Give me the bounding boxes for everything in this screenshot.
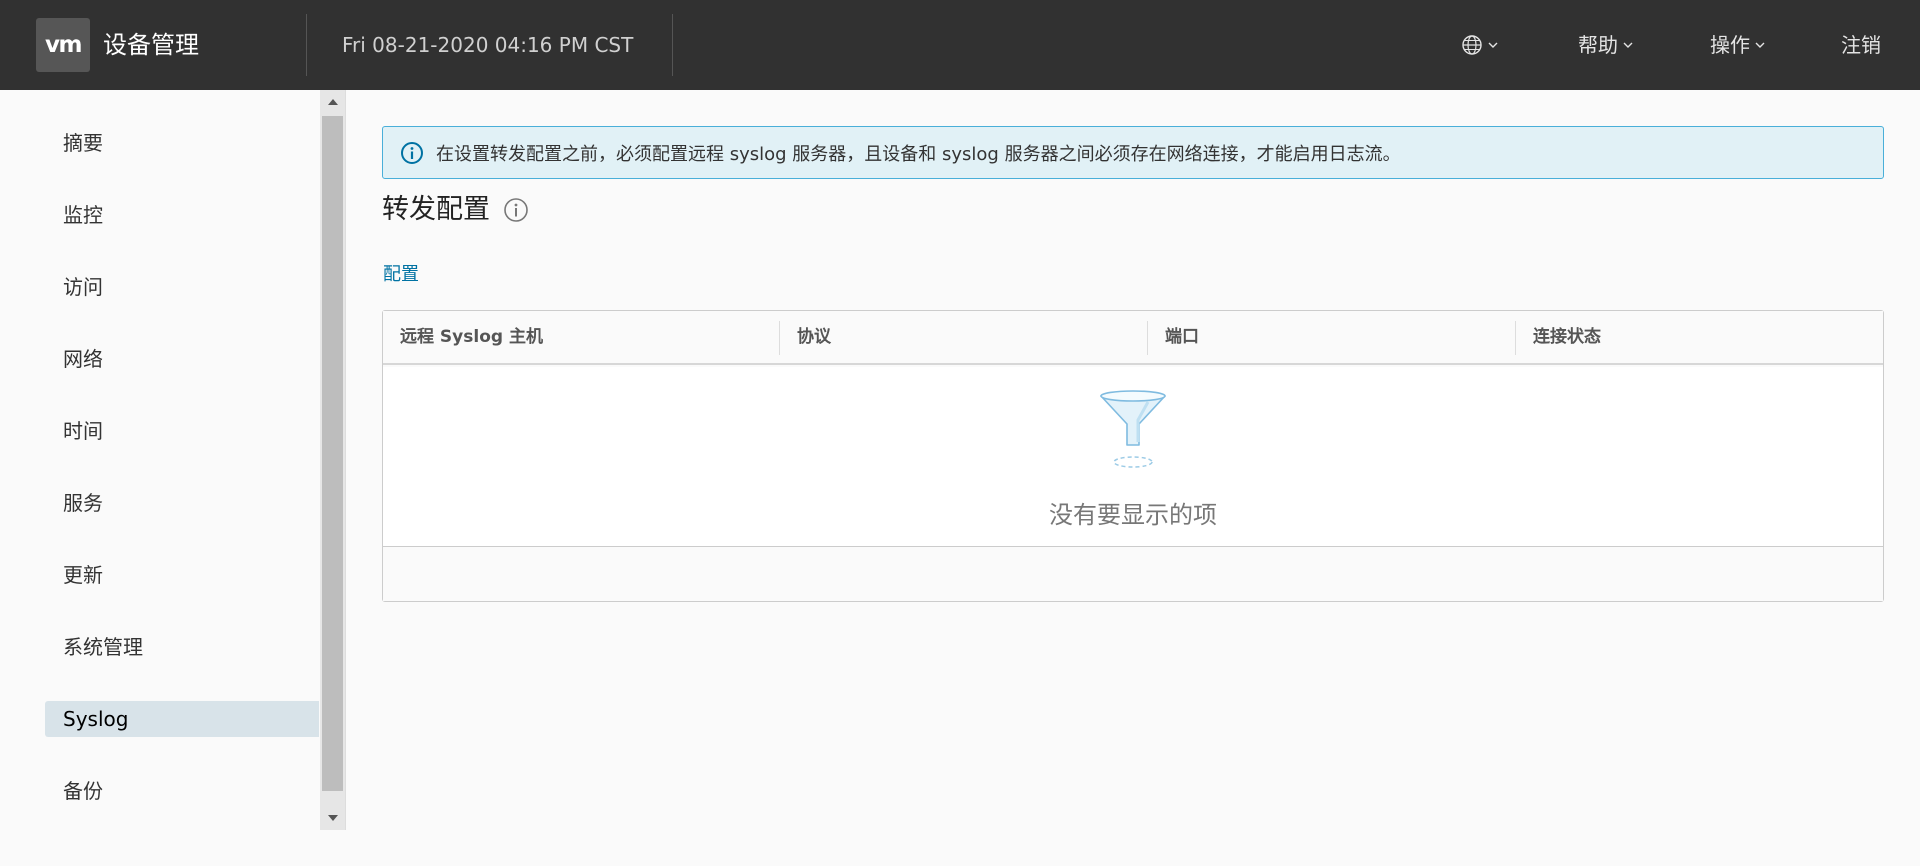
sidebar-item-monitor[interactable]: 监控 [45,197,319,233]
help-label: 帮助 [1578,33,1618,57]
logout-button[interactable]: 注销 [1841,26,1881,64]
datagrid-header: 远程 Syslog 主机 协议 端口 连接状态 [383,311,1883,365]
chevron-down-icon [1755,42,1765,48]
globe-icon [1462,35,1482,55]
syslog-datagrid: 远程 Syslog 主机 协议 端口 连接状态 没有要显示的项 [382,310,1884,602]
sidebar-scrollbar[interactable] [320,90,345,830]
help-menu-button[interactable]: 帮助 [1578,26,1633,64]
scroll-up-arrow-icon[interactable] [320,90,345,114]
language-menu-button[interactable] [1461,26,1498,64]
sidebar-item-services[interactable]: 服务 [45,485,319,521]
logout-label: 注销 [1841,33,1881,57]
configure-link[interactable]: 配置 [383,260,419,290]
header-datetime: Fri 08-21-2020 04:16 PM CST [342,33,634,57]
info-icon [401,141,423,164]
scroll-down-arrow-icon[interactable] [320,806,345,830]
sidebar-item-backup[interactable]: 备份 [45,773,319,809]
sidebar-item-networking[interactable]: 网络 [45,341,319,377]
alert-message: 在设置转发配置之前，必须配置远程 syslog 服务器，且设备和 syslog … [436,143,1401,165]
header-divider [306,14,307,76]
sidebar-item-time[interactable]: 时间 [45,413,319,449]
info-icon[interactable] [503,197,529,223]
actions-label: 操作 [1710,33,1750,57]
sidebar-item-access[interactable]: 访问 [45,269,319,305]
column-header-remote-host[interactable]: 远程 Syslog 主机 [383,311,779,363]
scrollbar-thumb[interactable] [322,116,343,791]
header-divider [672,14,673,76]
sidebar-nav: 摘要 监控 访问 网络 时间 服务 更新 系统管理 Syslog 备份 [0,90,346,830]
sidebar-item-syslog[interactable]: Syslog [45,701,319,737]
page-title: 转发配置 [382,194,490,225]
column-header-connection-status[interactable]: 连接状态 [1516,311,1883,363]
empty-state-message: 没有要显示的项 [1049,501,1217,529]
datagrid-body: 没有要显示的项 [383,367,1883,547]
funnel-icon [1100,390,1166,468]
datagrid-footer [383,548,1883,601]
column-header-protocol[interactable]: 协议 [780,311,1147,363]
vmware-logo[interactable]: vm [36,18,90,72]
column-header-port[interactable]: 端口 [1148,311,1515,363]
sidebar-item-summary[interactable]: 摘要 [45,125,319,161]
top-header: vm 设备管理 Fri 08-21-2020 04:16 PM CST 帮助 操… [0,0,1920,90]
app-title: 设备管理 [103,31,199,59]
actions-menu-button[interactable]: 操作 [1710,26,1765,64]
sidebar-item-administration[interactable]: 系统管理 [45,629,319,665]
chevron-down-icon [1488,42,1498,48]
info-alert: 在设置转发配置之前，必须配置远程 syslog 服务器，且设备和 syslog … [382,126,1884,179]
chevron-down-icon [1623,42,1633,48]
main-content: 在设置转发配置之前，必须配置远程 syslog 服务器，且设备和 syslog … [346,90,1920,866]
sidebar-item-update[interactable]: 更新 [45,557,319,593]
